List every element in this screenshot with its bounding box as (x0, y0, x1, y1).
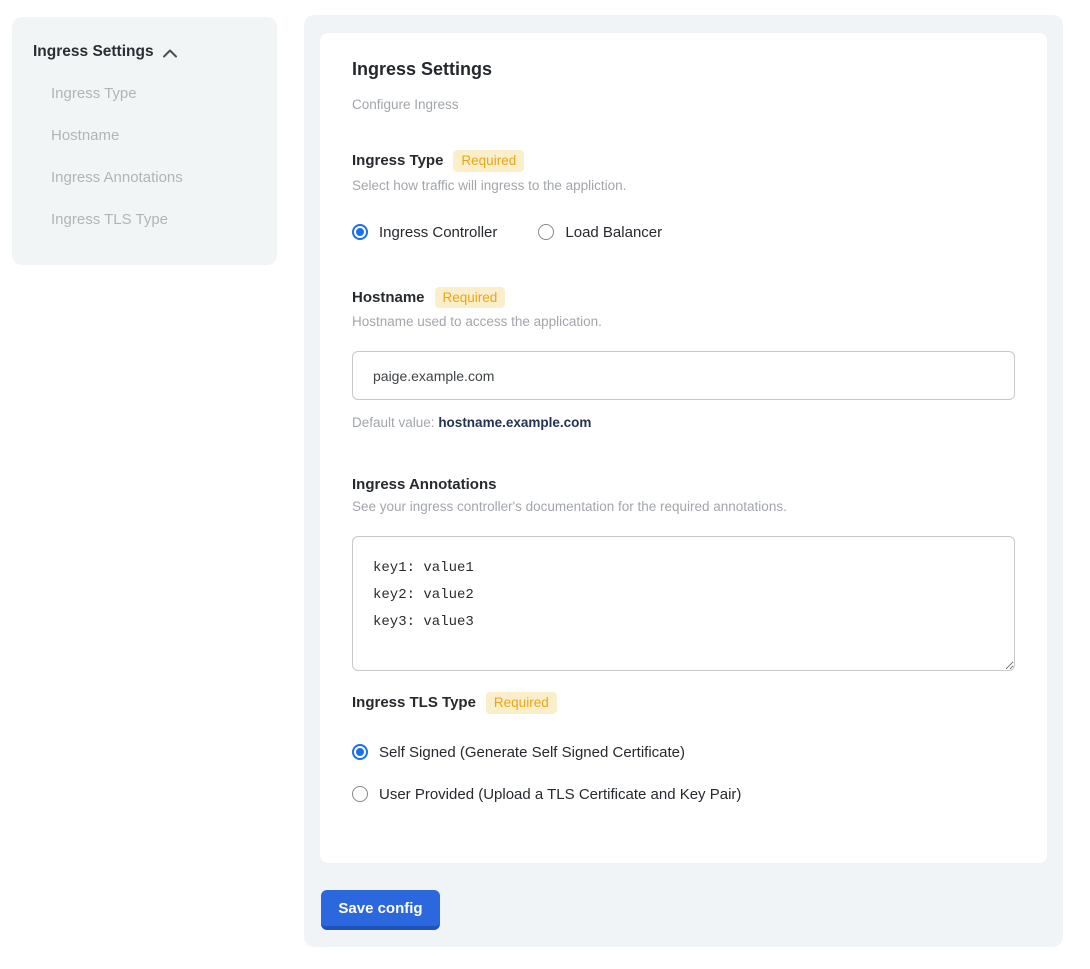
radio-ingress-controller-label: Ingress Controller (379, 224, 497, 241)
default-value-text: hostname.example.com (438, 415, 591, 430)
page-title: Ingress Settings (352, 59, 1015, 80)
sidebar-item-list: Ingress Type Hostname Ingress Annotation… (33, 85, 257, 228)
required-badge: Required (453, 150, 524, 172)
sidebar-group-label: Ingress Settings (33, 43, 154, 61)
section-hostname: Hostname Required Hostname used to acces… (352, 287, 1015, 431)
sidebar-item-ingress-type[interactable]: Ingress Type (51, 85, 257, 102)
settings-sidebar: Ingress Settings Ingress Type Hostname I… (12, 17, 277, 265)
radio-selected-icon (352, 744, 368, 760)
required-badge: Required (435, 287, 506, 309)
radio-load-balancer[interactable]: Load Balancer (538, 224, 662, 241)
ingress-type-radio-group: Ingress Controller Load Balancer (352, 224, 1015, 241)
section-ingress-tls-type: Ingress TLS Type Required Self Signed (G… (352, 692, 1015, 803)
radio-user-provided-label: User Provided (Upload a TLS Certificate … (379, 786, 741, 803)
radio-selected-icon (352, 224, 368, 240)
radio-unselected-icon (352, 786, 368, 802)
section-ingress-type: Ingress Type Required Select how traffic… (352, 150, 1015, 241)
ingress-settings-card: Ingress Settings Configure Ingress Ingre… (320, 33, 1047, 863)
ingress-type-description: Select how traffic will ingress to the a… (352, 178, 1015, 193)
sidebar-group-ingress-settings[interactable]: Ingress Settings (33, 43, 257, 61)
hostname-label: Hostname (352, 289, 425, 306)
default-value-prefix: Default value: (352, 415, 438, 430)
radio-unselected-icon (538, 224, 554, 240)
ingress-annotations-description: See your ingress controller's documentat… (352, 499, 1015, 514)
radio-load-balancer-label: Load Balancer (565, 224, 662, 241)
radio-ingress-controller[interactable]: Ingress Controller (352, 224, 497, 241)
hostname-default-line: Default value: hostname.example.com (352, 415, 1015, 430)
radio-self-signed-label: Self Signed (Generate Self Signed Certif… (379, 744, 685, 761)
sidebar-item-hostname[interactable]: Hostname (51, 127, 257, 144)
sidebar-item-ingress-annotations[interactable]: Ingress Annotations (51, 169, 257, 186)
chevron-up-icon (162, 48, 178, 59)
page-subtitle: Configure Ingress (352, 97, 1015, 112)
sidebar-item-ingress-tls-type[interactable]: Ingress TLS Type (51, 211, 257, 228)
required-badge: Required (486, 692, 557, 714)
ingress-annotations-textarea[interactable]: key1: value1 key2: value2 key3: value3 (352, 536, 1015, 671)
save-config-button[interactable]: Save config (321, 890, 440, 930)
ingress-tls-type-label: Ingress TLS Type (352, 694, 476, 711)
hostname-input[interactable] (352, 351, 1015, 400)
ingress-type-label: Ingress Type (352, 152, 443, 169)
section-ingress-annotations: Ingress Annotations See your ingress con… (352, 476, 1015, 671)
radio-self-signed[interactable]: Self Signed (Generate Self Signed Certif… (352, 744, 1015, 761)
hostname-description: Hostname used to access the application. (352, 314, 1015, 329)
ingress-annotations-label: Ingress Annotations (352, 476, 496, 493)
radio-user-provided[interactable]: User Provided (Upload a TLS Certificate … (352, 786, 1015, 803)
config-panel: Ingress Settings Configure Ingress Ingre… (304, 15, 1063, 947)
